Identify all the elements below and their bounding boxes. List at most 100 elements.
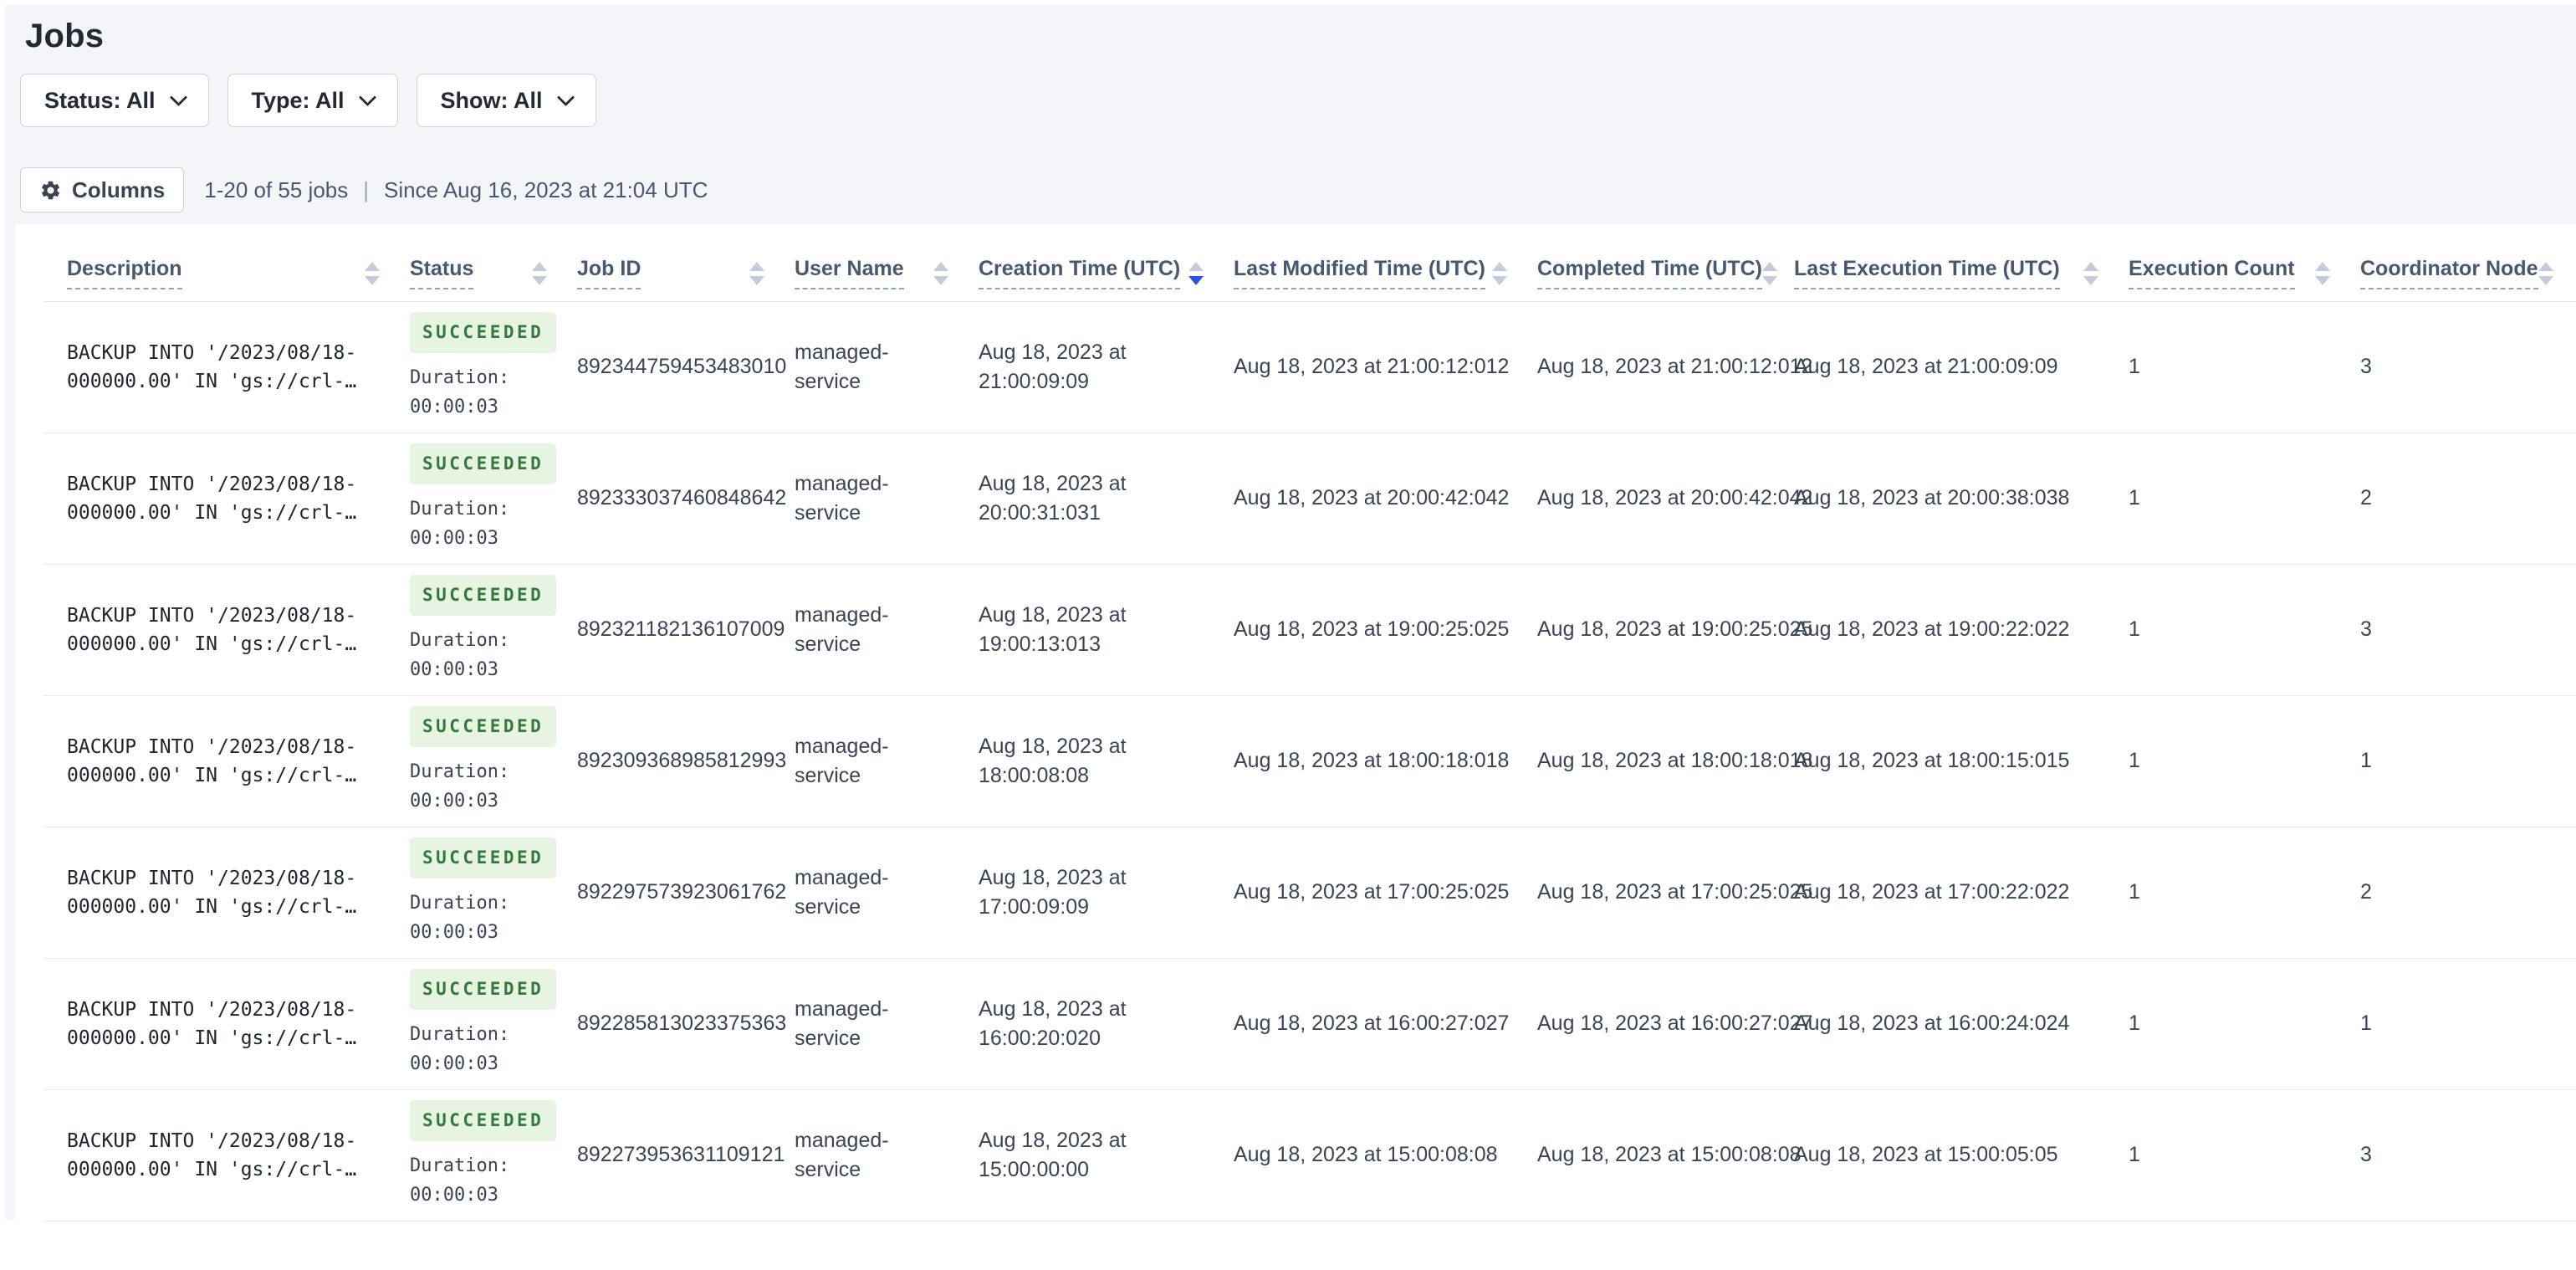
execution-count-cell: 1 — [2129, 433, 2360, 564]
columns-button-label: Columns — [72, 177, 165, 203]
job-description: BACKUP INTO '/2023/08/18- 000000.00' IN … — [67, 470, 376, 527]
sort-icons — [749, 262, 764, 285]
execution-count-cell: 1 — [2129, 1089, 2360, 1221]
table-row: BACKUP INTO '/2023/08/18- 000000.00' IN … — [43, 433, 2576, 564]
job-description: BACKUP INTO '/2023/08/18- 000000.00' IN … — [67, 1127, 376, 1184]
sort-desc-icon — [532, 276, 547, 285]
column-header[interactable]: Last Execution Time (UTC) — [1794, 224, 2129, 301]
status-badge: SUCCEEDED — [410, 443, 556, 484]
last-modified-cell: Aug 18, 2023 at 15:00:08:08 — [1234, 1089, 1537, 1221]
column-header[interactable]: Status — [410, 224, 577, 301]
status-cell: SUCCEEDED Duration: 00:00:03 — [410, 695, 577, 827]
page-header-section: Jobs Status: All Type: All Show: All Col… — [5, 5, 2576, 213]
duration-label: Duration: — [410, 363, 544, 392]
toolbar-divider: | — [363, 177, 369, 203]
column-header[interactable]: Completed Time (UTC) — [1537, 224, 1794, 301]
last-modified-cell: Aug 18, 2023 at 21:00:12:012 — [1234, 301, 1537, 433]
job-id-cell: 892273953631109121 — [577, 1089, 795, 1221]
duration-label: Duration: — [410, 1020, 544, 1049]
completed-time-cell: Aug 18, 2023 at 21:00:12:012 — [1537, 301, 1794, 433]
table-row: BACKUP INTO '/2023/08/18- 000000.00' IN … — [43, 827, 2576, 958]
status-badge: SUCCEEDED — [410, 837, 556, 878]
duration-block: Duration: 00:00:03 — [410, 888, 544, 947]
job-description: BACKUP INTO '/2023/08/18- 000000.00' IN … — [67, 339, 376, 396]
execution-count-cell: 1 — [2129, 301, 2360, 433]
status-cell: SUCCEEDED Duration: 00:00:03 — [410, 301, 577, 433]
since-timestamp: Since Aug 16, 2023 at 21:04 UTC — [384, 177, 708, 203]
jobs-table-card: Description Status Job ID User Name — [15, 224, 2576, 1270]
column-header[interactable]: Coordinator Node — [2360, 224, 2576, 301]
description-cell: BACKUP INTO '/2023/08/18- 000000.00' IN … — [43, 1089, 410, 1221]
completed-time-cell: Aug 18, 2023 at 18:00:18:018 — [1537, 695, 1794, 827]
sort-desc-icon — [2083, 276, 2098, 285]
duration-value: 00:00:03 — [410, 918, 544, 947]
duration-label: Duration: — [410, 1151, 544, 1180]
description-cell: BACKUP INTO '/2023/08/18- 000000.00' IN … — [43, 301, 410, 433]
duration-block: Duration: 00:00:03 — [410, 626, 544, 684]
sort-icons — [2538, 262, 2553, 285]
sort-asc-icon — [1492, 262, 1507, 271]
sort-icons — [1492, 262, 1507, 285]
column-header[interactable]: Description — [43, 224, 410, 301]
status-filter-dropdown[interactable]: Status: All — [20, 74, 209, 127]
job-description: BACKUP INTO '/2023/08/18- 000000.00' IN … — [67, 602, 376, 658]
last-modified-cell: Aug 18, 2023 at 18:00:18:018 — [1234, 695, 1537, 827]
creation-time-cell: Aug 18, 2023 at 21:00:09:09 — [979, 301, 1234, 433]
status-cell: SUCCEEDED Duration: 00:00:03 — [410, 827, 577, 958]
execution-count-cell: 1 — [2129, 695, 2360, 827]
duration-block: Duration: 00:00:03 — [410, 363, 544, 422]
sort-desc-icon — [2315, 276, 2330, 285]
table-row: BACKUP INTO '/2023/08/18- 000000.00' IN … — [43, 564, 2576, 695]
completed-time-cell: Aug 18, 2023 at 19:00:25:025 — [1537, 564, 1794, 695]
sort-desc-icon — [1492, 276, 1507, 285]
creation-time-cell: Aug 18, 2023 at 17:00:09:09 — [979, 827, 1234, 958]
jobs-page: Jobs Status: All Type: All Show: All Col… — [5, 5, 2576, 1220]
show-filter-dropdown[interactable]: Show: All — [417, 74, 596, 127]
column-header-label: Execution Count — [2129, 257, 2295, 289]
status-cell: SUCCEEDED Duration: 00:00:03 — [410, 1089, 577, 1221]
status-cell: SUCCEEDED Duration: 00:00:03 — [410, 958, 577, 1089]
table-row: BACKUP INTO '/2023/08/18- 000000.00' IN … — [43, 1089, 2576, 1221]
user-name-cell: managed-service — [795, 827, 979, 958]
sort-asc-icon — [933, 262, 948, 271]
column-header-label: Coordinator Node — [2360, 257, 2538, 289]
last-execution-cell: Aug 18, 2023 at 20:00:38:038 — [1794, 433, 2129, 564]
duration-block: Duration: 00:00:03 — [410, 1151, 544, 1210]
description-cell: BACKUP INTO '/2023/08/18- 000000.00' IN … — [43, 564, 410, 695]
job-id-cell: 892344759453483010 — [577, 301, 795, 433]
column-header-label: User Name — [795, 257, 904, 289]
sort-asc-icon — [532, 262, 547, 271]
job-id-cell: 892321182136107009 — [577, 564, 795, 695]
sort-desc-icon — [365, 276, 380, 285]
last-modified-cell: Aug 18, 2023 at 20:00:42:042 — [1234, 433, 1537, 564]
creation-time-cell: Aug 18, 2023 at 19:00:13:013 — [979, 564, 1234, 695]
description-cell: BACKUP INTO '/2023/08/18- 000000.00' IN … — [43, 433, 410, 564]
coordinator-node-cell: 3 — [2360, 564, 2576, 695]
sort-icons — [365, 262, 380, 285]
column-header-label: Last Execution Time (UTC) — [1794, 257, 2060, 289]
execution-count-cell: 1 — [2129, 958, 2360, 1089]
last-execution-cell: Aug 18, 2023 at 19:00:22:022 — [1794, 564, 2129, 695]
creation-time-cell: Aug 18, 2023 at 16:00:20:020 — [979, 958, 1234, 1089]
last-execution-cell: Aug 18, 2023 at 18:00:15:015 — [1794, 695, 2129, 827]
columns-button[interactable]: Columns — [20, 167, 184, 213]
duration-block: Duration: 00:00:03 — [410, 494, 544, 553]
status-badge: SUCCEEDED — [410, 1100, 556, 1141]
coordinator-node-cell: 2 — [2360, 827, 2576, 958]
sort-desc-icon — [933, 276, 948, 285]
job-description: BACKUP INTO '/2023/08/18- 000000.00' IN … — [67, 996, 376, 1052]
duration-label: Duration: — [410, 757, 544, 786]
gear-icon — [39, 179, 62, 202]
user-name-cell: managed-service — [795, 958, 979, 1089]
column-header[interactable]: Creation Time (UTC) — [979, 224, 1234, 301]
column-header[interactable]: User Name — [795, 224, 979, 301]
column-header[interactable]: Execution Count — [2129, 224, 2360, 301]
column-header-label: Completed Time (UTC) — [1537, 257, 1762, 289]
status-cell: SUCCEEDED Duration: 00:00:03 — [410, 433, 577, 564]
column-header[interactable]: Job ID — [577, 224, 795, 301]
column-header[interactable]: Last Modified Time (UTC) — [1234, 224, 1537, 301]
type-filter-dropdown[interactable]: Type: All — [227, 74, 398, 127]
creation-time-cell: Aug 18, 2023 at 20:00:31:031 — [979, 433, 1234, 564]
type-filter-label: Type: All — [252, 88, 345, 114]
creation-time-cell: Aug 18, 2023 at 18:00:08:08 — [979, 695, 1234, 827]
